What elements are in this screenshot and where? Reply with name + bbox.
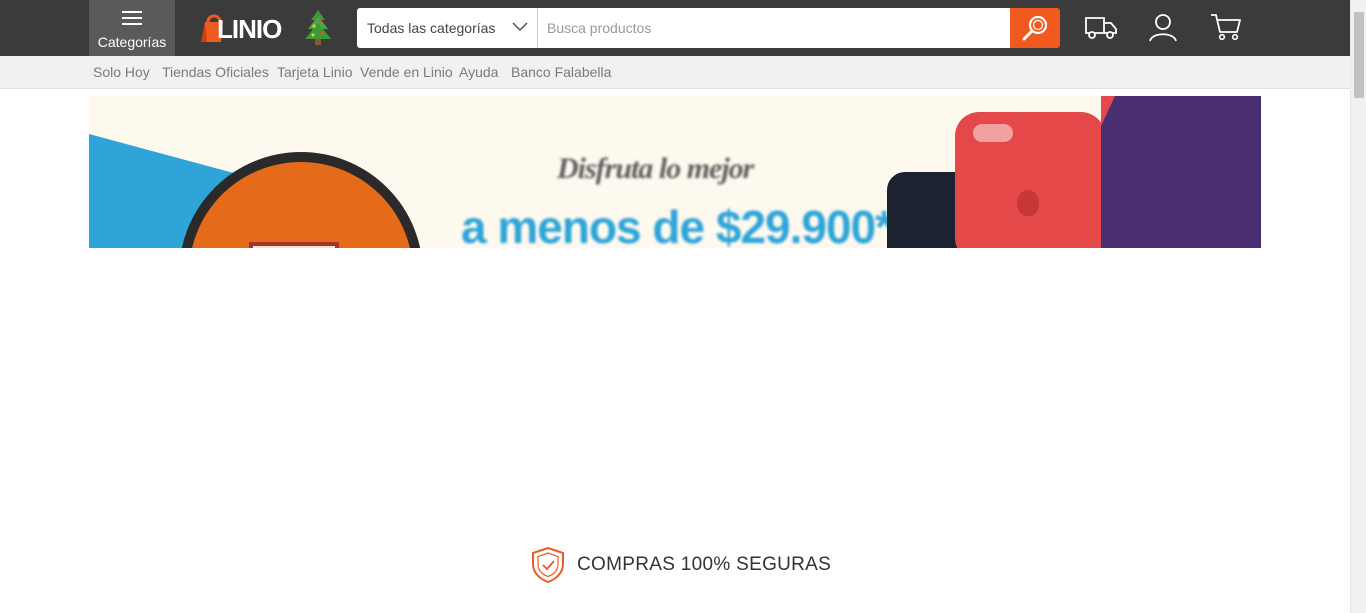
secondary-nav: Solo Hoy Tiendas Oficiales Tarjeta Linio… [0,56,1350,89]
shield-check-icon [532,546,564,584]
banner-headline: Disfruta lo mejor [557,152,754,185]
search-button[interactable] [1010,8,1060,48]
user-icon[interactable] [1148,12,1178,42]
banner-price: a menos de $29.900* [461,201,893,248]
nav-link-tiendas-oficiales[interactable]: Tiendas Oficiales [162,64,269,80]
delivery-truck-icon[interactable] [1084,12,1118,42]
shopping-cart-icon[interactable] [1210,12,1242,42]
scrollbar-thumb[interactable] [1354,12,1364,98]
secure-purchase-label: COMPRAS 100% SEGURAS [577,554,832,575]
magnifier-icon [1022,15,1048,41]
nav-link-ayuda[interactable]: Ayuda [459,64,498,80]
categories-menu-button[interactable]: Categorías [89,0,175,56]
banner-purple-edge [1101,96,1115,126]
nav-link-solo-hoy[interactable]: Solo Hoy [93,64,150,80]
banner-phone-case-image [955,112,1105,248]
nav-link-vende-en-linio[interactable]: Vende en Linio [360,64,453,80]
chevron-down-icon [512,22,528,32]
linio-logo[interactable]: LINIO [197,10,293,44]
nav-link-banco-falabella[interactable]: Banco Falabella [511,64,611,80]
category-dropdown[interactable]: Todas las categorías [357,8,538,48]
top-header: Categorías LINIO Todas las categorías [0,0,1350,56]
category-dropdown-value: Todas las categorías [367,20,496,36]
search-input[interactable] [538,8,1010,48]
hamburger-icon [122,11,142,25]
christmas-tree-icon [305,10,331,45]
categories-label: Categorías [97,34,167,50]
promo-banner[interactable]: Disfruta lo mejor a menos de $29.900* [89,96,1261,248]
page-scrollbar[interactable] [1350,0,1366,613]
nav-link-tarjeta-linio[interactable]: Tarjeta Linio [277,64,353,80]
logo-text: LINIO [217,14,282,44]
